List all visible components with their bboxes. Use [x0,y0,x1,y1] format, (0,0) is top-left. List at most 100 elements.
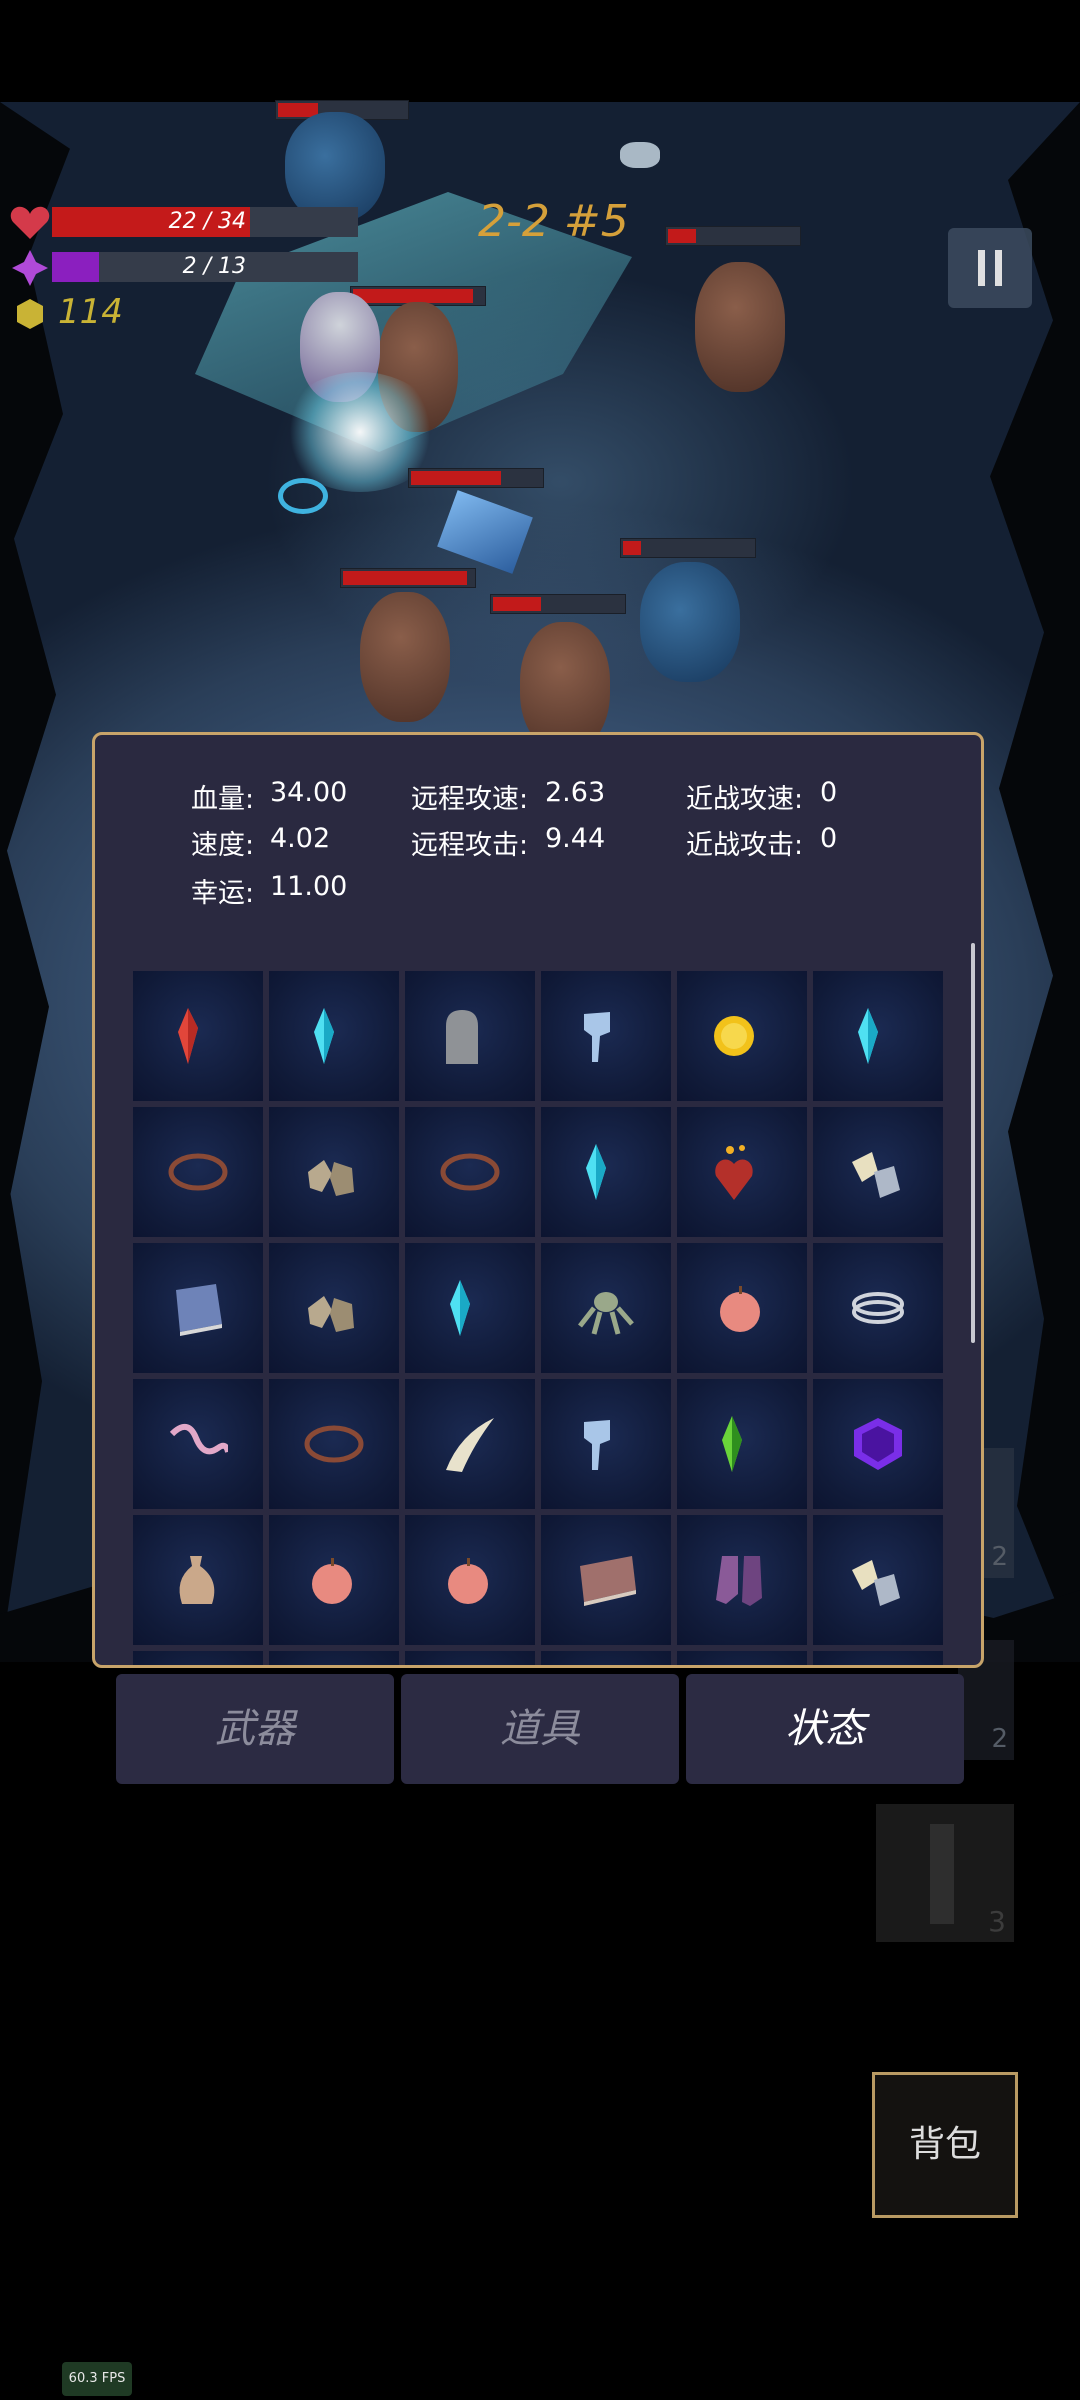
inventory-slot[interactable] [541,1107,671,1237]
side-slot-count: 3 [988,1905,1006,1938]
inventory-slot[interactable] [813,1243,943,1373]
inventory-slot[interactable] [269,1515,399,1645]
enemy-health-bar [620,538,756,558]
stat-ranged-attack-label: 远程攻击: [411,830,529,861]
stat-ranged-attack-value: 9.44 [545,823,606,854]
snow-patch [620,142,660,168]
ore-chunks-icon [852,1152,900,1198]
octopus-icon [578,1292,634,1335]
backpack-button[interactable]: 背包 [872,2072,1018,2218]
inventory-slot[interactable] [813,1651,943,1665]
inventory-slot[interactable] [405,1107,535,1237]
stat-melee-speed-label: 近战攻速: [686,784,804,815]
inventory-slot[interactable] [813,1107,943,1237]
enemy-health-bar [340,568,476,588]
blue-mask-icon [584,1420,610,1470]
stat-melee-attack-label: 近战攻击: [686,830,804,861]
inventory-slot[interactable] [405,1651,535,1665]
inventory-slot[interactable] [405,1379,535,1509]
spiky-blue-enemy [285,112,385,222]
side-slot-count: 2 [991,1724,1008,1754]
cyan-crystal-icon [450,1280,470,1336]
tab-label: 状态 [785,1706,865,1752]
inventory-slot[interactable] [541,1515,671,1645]
mana-bar: 2 / 13 [52,252,358,282]
inventory-grid [133,971,945,1665]
blue-mask-icon [584,1012,610,1062]
inventory-slot[interactable] [677,1651,807,1665]
mana-bar-fill [52,252,100,282]
health-bar: 22 / 34 [52,207,358,237]
inventory-slot[interactable] [269,1243,399,1373]
inventory-slot[interactable] [541,971,671,1101]
cyan-crystal-icon [858,1008,878,1064]
thorn-ring-icon [440,1153,500,1191]
purple-boots-icon [716,1556,762,1606]
inventory-slot[interactable] [813,971,943,1101]
inventory-slot[interactable] [813,1379,943,1509]
peach-icon [720,1286,760,1332]
peach-icon [312,1558,352,1604]
foliage-right [990,102,1080,1662]
pause-button[interactable] [948,228,1032,308]
inventory-slot[interactable] [541,1379,671,1509]
inventory-slot[interactable] [133,1243,263,1373]
spiky-blue-enemy [640,562,740,682]
inventory-slot[interactable] [405,1243,535,1373]
fang-icon [446,1418,494,1472]
tab-items[interactable]: 道具 [401,1674,679,1784]
inventory-slot[interactable] [133,971,263,1101]
tower-icon [930,1824,954,1924]
enemy-health-bar [408,468,544,488]
peach-icon [448,1558,488,1604]
inventory-slot[interactable] [269,1107,399,1237]
inventory-slot[interactable] [133,1515,263,1645]
fps-text: 60.3 FPS [68,2371,126,2386]
inventory-slot[interactable] [677,1243,807,1373]
stat-hp-value: 34.00 [270,777,348,808]
stat-melee-speed-value: 0 [820,777,838,808]
inventory-slot[interactable] [133,1107,263,1237]
silver-rings-icon [852,1292,904,1324]
green-crystal-icon [722,1416,742,1472]
rock-pile-icon [308,1160,354,1196]
brown-book-icon [580,1556,636,1606]
inventory-slot[interactable] [677,1107,807,1237]
enemy-health-bar [490,594,626,614]
inventory-slot[interactable] [405,971,535,1101]
bear-enemy [695,262,785,392]
stat-ranged-speed-label: 远程攻速: [411,784,529,815]
inventory-scrollbar[interactable] [971,943,975,1343]
stat-ranged-speed-value: 2.63 [545,777,606,808]
pause-icon [978,250,1002,286]
inventory-slot[interactable] [677,971,807,1101]
status-panel: 血量: 34.00 速度: 4.02 幸运: 11.00 远程攻速: 2.63 … [92,732,984,1668]
burning-heart-icon [715,1145,753,1200]
blue-book-icon [176,1284,222,1336]
tab-status[interactable]: 状态 [686,1674,964,1784]
inventory-slot[interactable] [269,1379,399,1509]
inventory-slot[interactable] [405,1515,535,1645]
inventory-slot[interactable] [541,1243,671,1373]
tab-weapons[interactable]: 武器 [116,1674,394,1784]
inventory-slot[interactable] [541,1651,671,1665]
inventory-slot[interactable] [813,1515,943,1645]
inventory-slot[interactable] [269,971,399,1101]
gold-coin-icon [714,1016,754,1056]
thorn-ring-icon [168,1153,228,1191]
purple-gem-icon [854,1418,902,1470]
backpack-label: 背包 [908,2124,981,2165]
inventory-slot[interactable] [269,1651,399,1665]
side-slot-count: 2 [991,1542,1008,1572]
aura-ring [278,478,328,514]
pouch-icon [179,1556,215,1604]
inventory-slot[interactable] [133,1379,263,1509]
stat-hp-label: 血量: [191,784,255,815]
mana-text: 2 / 13 [182,254,246,279]
side-slot-3[interactable]: 3 [876,1804,1014,1942]
inventory-slot[interactable] [133,1651,263,1665]
red-crystal-icon [178,1008,198,1064]
inventory-slot[interactable] [677,1515,807,1645]
bear-enemy [360,592,450,722]
inventory-slot[interactable] [677,1379,807,1509]
